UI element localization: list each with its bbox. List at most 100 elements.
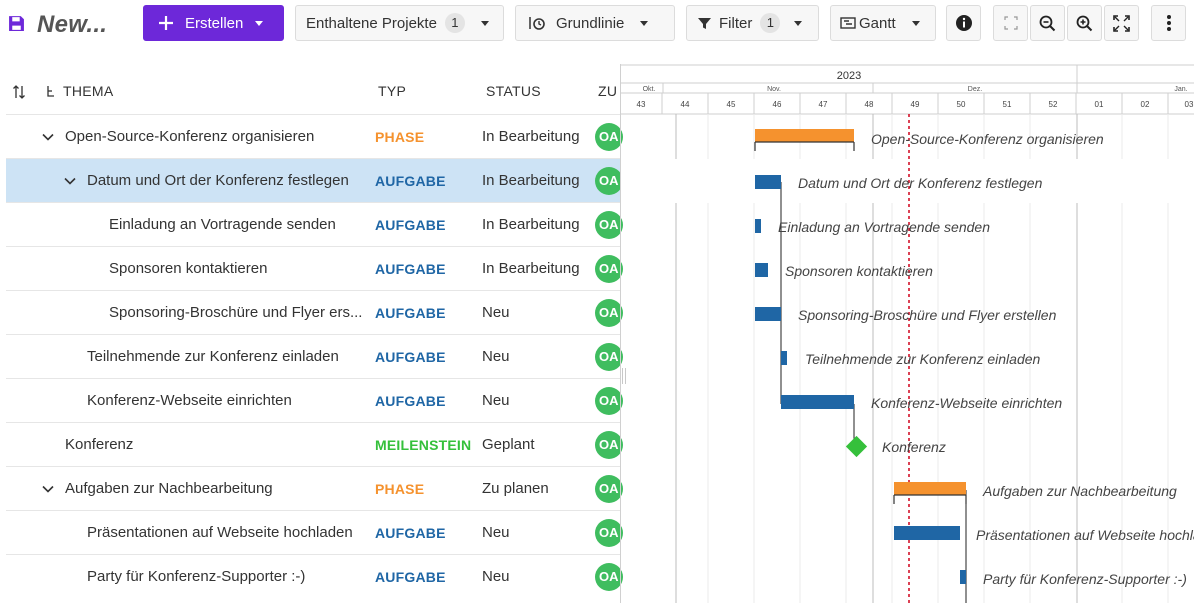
table-row[interactable]: Sponsoring-Broschüre und Flyer ers... AU… bbox=[6, 290, 623, 334]
row-status[interactable]: Neu bbox=[482, 304, 510, 321]
avatar[interactable]: OA bbox=[595, 255, 623, 283]
row-subject[interactable]: Datum und Ort der Konferenz festlegen bbox=[87, 172, 349, 189]
more-button[interactable] bbox=[1151, 5, 1186, 41]
chevron-down-icon bbox=[480, 20, 489, 26]
table-row[interactable]: Datum und Ort der Konferenz festlegen AU… bbox=[6, 158, 623, 202]
included-projects-count: 1 bbox=[444, 13, 465, 33]
table-row[interactable]: Party für Konferenz-Supporter :-) AUFGAB… bbox=[6, 554, 623, 598]
column-header-subject[interactable]: THEMA bbox=[63, 83, 114, 99]
chevron-down-icon[interactable] bbox=[63, 174, 77, 188]
avatar[interactable]: OA bbox=[595, 519, 623, 547]
table-row[interactable]: Aufgaben zur Nachbearbeitung PHASE Zu pl… bbox=[6, 466, 623, 510]
gantt-bar-task[interactable] bbox=[755, 175, 781, 189]
avatar[interactable]: OA bbox=[595, 123, 623, 151]
avatar[interactable]: OA bbox=[595, 299, 623, 327]
row-type: AUFGABE bbox=[375, 525, 446, 541]
row-type: PHASE bbox=[375, 129, 425, 145]
row-status[interactable]: Neu bbox=[482, 348, 510, 365]
view-title[interactable]: New... bbox=[37, 11, 107, 39]
table-row[interactable]: Open-Source-Konferenz organisieren PHASE… bbox=[6, 114, 623, 158]
create-button[interactable]: Erstellen bbox=[143, 5, 284, 41]
gantt-bar-task[interactable] bbox=[755, 263, 768, 277]
gantt-bar-label: Datum und Ort der Konferenz festlegen bbox=[798, 175, 1043, 191]
row-type: AUFGABE bbox=[375, 261, 446, 277]
week-label: 45 bbox=[727, 100, 736, 109]
gantt-bar-label: Aufgaben zur Nachbearbeitung bbox=[982, 483, 1177, 499]
table-header: THEMA TYP STATUS ZU bbox=[0, 70, 620, 114]
column-header-status[interactable]: STATUS bbox=[486, 83, 541, 99]
table-row[interactable]: Präsentationen auf Webseite hochladen AU… bbox=[6, 510, 623, 554]
row-status[interactable]: In Bearbeitung bbox=[482, 172, 580, 189]
row-subject[interactable]: Sponsoring-Broschüre und Flyer ers... bbox=[109, 304, 362, 321]
avatar[interactable]: OA bbox=[595, 167, 623, 195]
gantt-milestone[interactable] bbox=[845, 435, 868, 458]
avatar[interactable]: OA bbox=[595, 475, 623, 503]
avatar[interactable]: OA bbox=[595, 211, 623, 239]
sort-icon[interactable] bbox=[12, 84, 26, 100]
row-subject[interactable]: Sponsoren kontaktieren bbox=[109, 260, 267, 277]
column-header-assignee[interactable]: ZU bbox=[598, 83, 617, 99]
row-type: AUFGABE bbox=[375, 569, 446, 585]
table-row[interactable]: Einladung an Vortragende senden AUFGABE … bbox=[6, 202, 623, 246]
fullscreen-button[interactable] bbox=[1104, 5, 1139, 41]
avatar[interactable]: OA bbox=[595, 343, 623, 371]
row-subject[interactable]: Konferenz-Webseite einrichten bbox=[87, 392, 292, 409]
zoom-in-icon bbox=[1076, 15, 1093, 31]
save-icon[interactable] bbox=[8, 15, 25, 32]
row-subject[interactable]: Konferenz bbox=[65, 436, 133, 453]
chevron-down-icon[interactable] bbox=[41, 482, 55, 496]
row-status[interactable]: Zu planen bbox=[482, 480, 549, 497]
week-label: 01 bbox=[1095, 100, 1104, 109]
gantt-bar-task[interactable] bbox=[781, 351, 787, 365]
gantt-bar-task[interactable] bbox=[894, 526, 960, 540]
table-row[interactable]: Teilnehmende zur Konferenz einladen AUFG… bbox=[6, 334, 623, 378]
included-projects-button[interactable]: Enthaltene Projekte 1 bbox=[295, 5, 504, 41]
gantt-bar-task[interactable] bbox=[781, 395, 854, 409]
row-status[interactable]: In Bearbeitung bbox=[482, 128, 580, 145]
baseline-button[interactable]: Grundlinie bbox=[515, 5, 675, 41]
gantt-bar-task[interactable] bbox=[755, 307, 781, 321]
row-subject[interactable]: Party für Konferenz-Supporter :-) bbox=[87, 568, 305, 585]
gantt-bar-phase[interactable] bbox=[755, 129, 854, 142]
row-subject[interactable]: Präsentationen auf Webseite hochladen bbox=[87, 524, 353, 541]
row-subject[interactable]: Einladung an Vortragende senden bbox=[109, 216, 336, 233]
avatar[interactable]: OA bbox=[595, 387, 623, 415]
row-status[interactable]: Neu bbox=[482, 392, 510, 409]
gantt-chart: 2023 Okt. Nov. Dez. Jan. 43 44 45 46 47 … bbox=[620, 64, 1194, 603]
row-status[interactable]: Neu bbox=[482, 568, 510, 585]
table-row[interactable]: Konferenz MEILENSTEIN Geplant OA bbox=[6, 422, 623, 466]
filter-count: 1 bbox=[760, 13, 781, 33]
gantt-bar-task[interactable] bbox=[960, 570, 966, 584]
month-label: Okt. bbox=[643, 86, 656, 93]
zoom-in-button[interactable] bbox=[1067, 5, 1102, 41]
zoom-out-button[interactable] bbox=[1030, 5, 1065, 41]
zoom-auto-button[interactable] bbox=[993, 5, 1028, 41]
week-label: 46 bbox=[773, 100, 782, 109]
gantt-button[interactable]: Gantt bbox=[830, 5, 936, 41]
row-type: AUFGABE bbox=[375, 305, 446, 321]
gantt-bar-task[interactable] bbox=[755, 219, 761, 233]
row-status[interactable]: Neu bbox=[482, 524, 510, 541]
column-header-type[interactable]: TYP bbox=[378, 83, 406, 99]
row-status[interactable]: Geplant bbox=[482, 436, 535, 453]
chevron-down-icon[interactable] bbox=[41, 130, 55, 144]
gantt-bar-phase[interactable] bbox=[894, 482, 966, 495]
chevron-down-icon bbox=[911, 20, 920, 26]
week-label: 50 bbox=[957, 100, 966, 109]
table-row[interactable]: Konferenz-Webseite einrichten AUFGABE Ne… bbox=[6, 378, 623, 422]
row-status[interactable]: In Bearbeitung bbox=[482, 260, 580, 277]
avatar[interactable]: OA bbox=[595, 431, 623, 459]
hierarchy-icon[interactable] bbox=[46, 85, 56, 99]
year-label: 2023 bbox=[837, 70, 861, 82]
row-status[interactable]: In Bearbeitung bbox=[482, 216, 580, 233]
avatar[interactable]: OA bbox=[595, 563, 623, 591]
chevron-down-icon bbox=[640, 20, 649, 26]
month-label: Jan. bbox=[1174, 86, 1187, 93]
gantt-bar-label: Präsentationen auf Webseite hochladen bbox=[976, 527, 1194, 543]
info-button[interactable] bbox=[946, 5, 981, 41]
table-row[interactable]: Sponsoren kontaktieren AUFGABE In Bearbe… bbox=[6, 246, 623, 290]
row-subject[interactable]: Aufgaben zur Nachbearbeitung bbox=[65, 480, 273, 497]
filter-button[interactable]: Filter 1 bbox=[686, 5, 819, 41]
row-subject[interactable]: Open-Source-Konferenz organisieren bbox=[65, 128, 314, 145]
row-subject[interactable]: Teilnehmende zur Konferenz einladen bbox=[87, 348, 339, 365]
